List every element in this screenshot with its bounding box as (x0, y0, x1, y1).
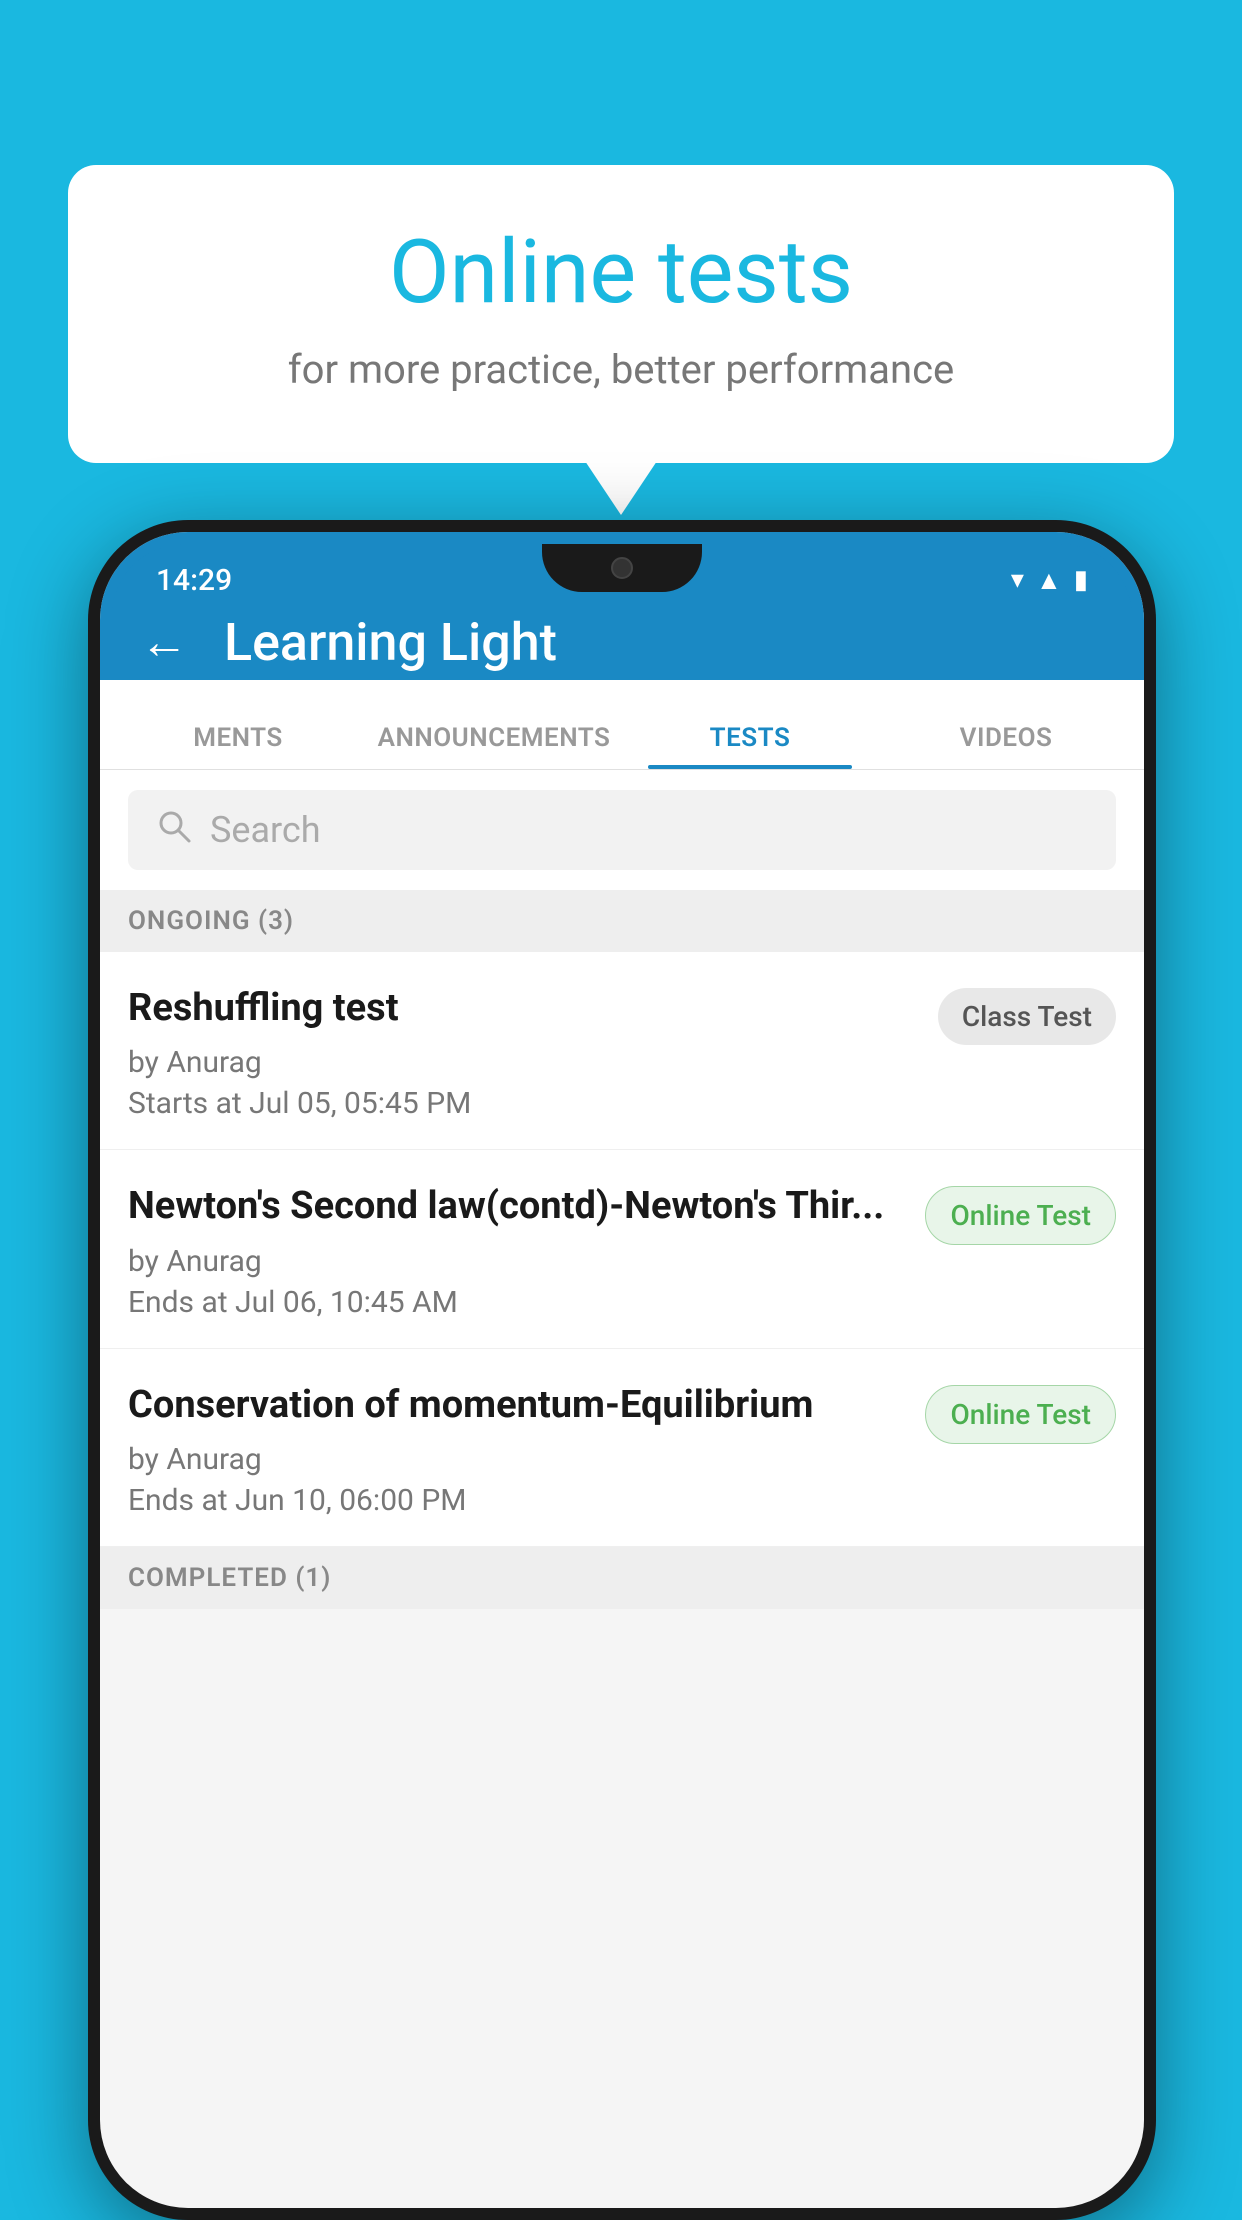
search-placeholder-text: Search (210, 809, 321, 851)
test-date: Ends at Jul 06, 10:45 AM (128, 1285, 905, 1320)
wifi-icon: ▾ (1011, 565, 1024, 595)
test-item[interactable]: Reshuffling test by Anurag Starts at Jul… (100, 952, 1144, 1150)
tab-announcements[interactable]: ANNOUNCEMENTS (366, 723, 622, 769)
tab-videos[interactable]: VIDEOS (878, 723, 1134, 769)
phone-frame: 14:29 ▾ ▲ ▮ ← Learning Light MENTS ANNOU… (88, 520, 1156, 2220)
tab-tests[interactable]: TESTS (622, 723, 878, 769)
completed-section-label: COMPLETED (1) (100, 1547, 1144, 1609)
test-info: Reshuffling test by Anurag Starts at Jul… (128, 984, 938, 1121)
phone-screen: 14:29 ▾ ▲ ▮ ← Learning Light MENTS ANNOU… (100, 532, 1144, 2208)
signal-icon: ▲ (1036, 565, 1062, 596)
search-bar[interactable]: Search (128, 790, 1116, 870)
status-time: 14:29 (156, 563, 232, 598)
camera-dot (611, 557, 633, 579)
test-by: by Anurag (128, 1244, 905, 1279)
bubble-subtitle: for more practice, better performance (148, 346, 1094, 393)
test-title: Newton's Second law(contd)-Newton's Thir… (128, 1182, 905, 1231)
test-title: Reshuffling test (128, 984, 918, 1033)
test-date: Starts at Jul 05, 05:45 PM (128, 1086, 918, 1121)
status-bar: 14:29 ▾ ▲ ▮ (112, 544, 1132, 616)
test-info: Conservation of momentum-Equilibrium by … (128, 1381, 925, 1518)
notch (542, 544, 702, 592)
ongoing-section-label: ONGOING (3) (100, 890, 1144, 952)
test-badge-online: Online Test (925, 1186, 1116, 1245)
bubble-title: Online tests (148, 225, 1094, 322)
test-by: by Anurag (128, 1442, 905, 1477)
test-by: by Anurag (128, 1045, 918, 1080)
back-button[interactable]: ← (140, 618, 188, 666)
test-date: Ends at Jun 10, 06:00 PM (128, 1483, 905, 1518)
search-icon (156, 808, 192, 853)
test-badge-online: Online Test (925, 1385, 1116, 1444)
status-icons: ▾ ▲ ▮ (1011, 565, 1088, 596)
test-info: Newton's Second law(contd)-Newton's Thir… (128, 1182, 925, 1319)
tabs-bar: MENTS ANNOUNCEMENTS TESTS VIDEOS (100, 680, 1144, 770)
speech-bubble: Online tests for more practice, better p… (68, 165, 1174, 463)
search-container: Search (100, 770, 1144, 890)
test-item[interactable]: Newton's Second law(contd)-Newton's Thir… (100, 1150, 1144, 1348)
test-title: Conservation of momentum-Equilibrium (128, 1381, 905, 1430)
test-item[interactable]: Conservation of momentum-Equilibrium by … (100, 1349, 1144, 1547)
tab-ments[interactable]: MENTS (110, 723, 366, 769)
test-badge-class: Class Test (938, 988, 1116, 1045)
app-title: Learning Light (224, 612, 557, 673)
battery-icon: ▮ (1074, 565, 1088, 595)
